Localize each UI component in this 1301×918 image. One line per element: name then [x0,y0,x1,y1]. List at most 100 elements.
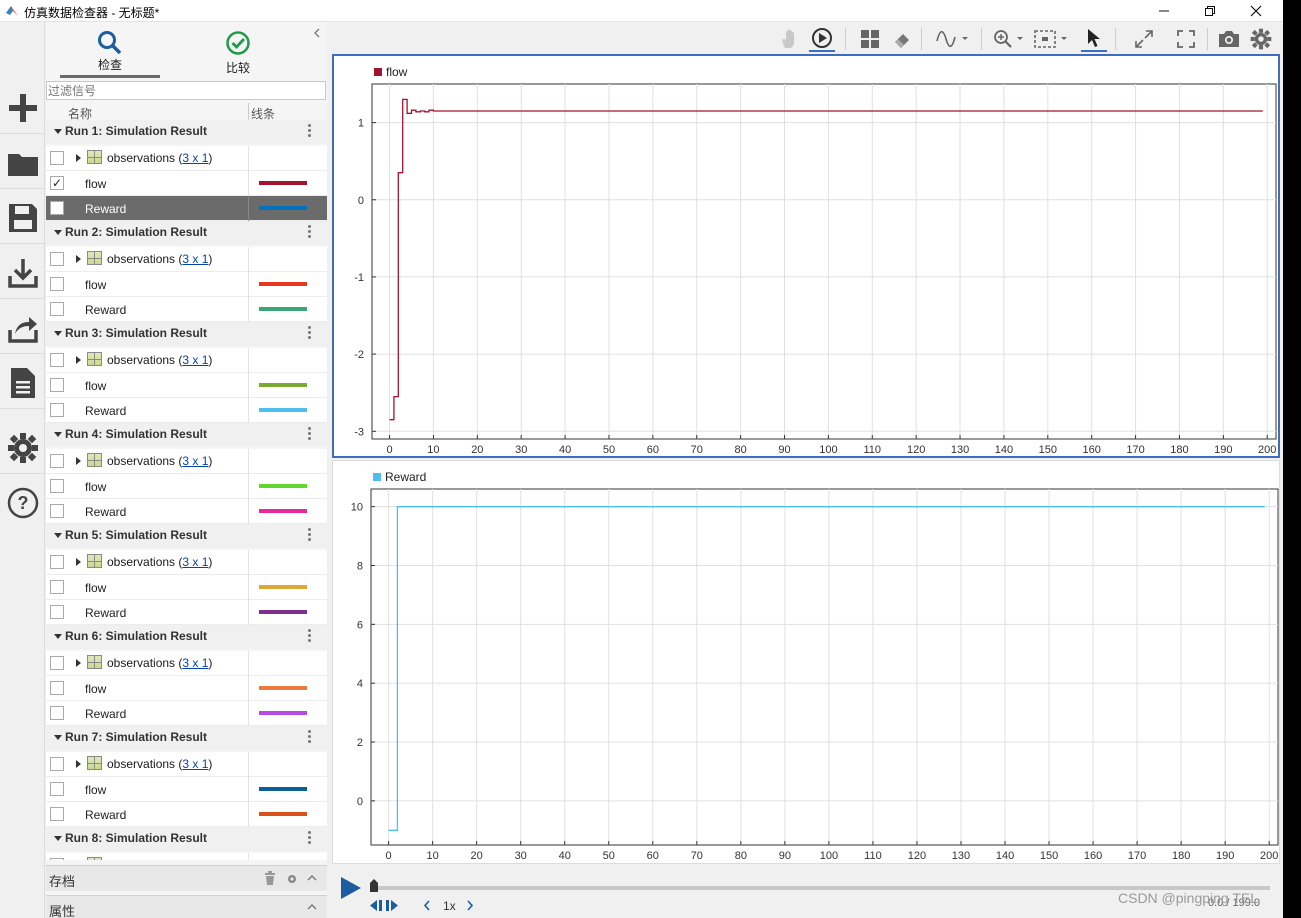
signal-checkbox[interactable] [50,403,64,417]
plot-flow[interactable]: flow 0 10 20 30 40 50 60 70 80 90 100 110 120 130 140 15… [332,54,1280,458]
signal-checkbox[interactable] [50,555,64,569]
slower-button[interactable] [423,900,431,911]
plot-reward[interactable]: Reward 0 10 20 30 40 50 60 70 80 90 100 110 120 130 140… [332,460,1280,864]
minimize-button[interactable] [1141,0,1187,22]
report-button[interactable] [0,357,45,409]
step-back-button[interactable] [369,899,383,912]
filter-signals-input[interactable] [46,81,326,100]
signal-checkbox[interactable] [50,681,64,695]
signal-checkbox[interactable] [50,858,64,860]
signal-checkbox[interactable] [50,454,64,468]
fit-button[interactable] [1033,26,1071,52]
line-style-swatch[interactable] [259,812,307,816]
run-header[interactable]: Run 3: Simulation Result [46,322,327,346]
observations-row[interactable]: observations (3 x 1) [46,348,327,373]
signal-row-flow[interactable]: flow [46,777,327,802]
cursor-button[interactable] [1081,26,1107,52]
observations-row[interactable]: observations (3 x 1) [46,752,327,777]
preferences-button[interactable] [0,422,45,474]
dimension-link[interactable]: 3 x 1 [182,454,208,468]
dimension-link[interactable]: 3 x 1 [182,353,208,367]
dimension-link[interactable]: 3 x 1 [182,858,208,860]
pan-button[interactable] [777,26,803,52]
time-slider-handle[interactable] [369,879,379,893]
run-header[interactable]: Run 8: Simulation Result [46,827,327,851]
line-style-swatch[interactable] [259,610,307,614]
run-options-icon[interactable] [308,528,312,544]
line-style-swatch[interactable] [259,585,307,589]
run-options-icon[interactable] [308,225,312,241]
line-style-swatch[interactable] [259,383,307,387]
properties-collapse-icon[interactable] [307,903,317,911]
signal-row-flow[interactable]: flow [46,373,327,398]
signal-row-reward[interactable]: Reward [46,499,327,524]
restore-button[interactable] [1187,0,1233,22]
collapse-caret-icon[interactable] [54,331,62,336]
signal-checkbox[interactable] [50,479,64,493]
run-header[interactable]: Run 4: Simulation Result [46,423,327,447]
signal-row-reward[interactable]: Reward [46,297,327,322]
archive-settings-icon[interactable] [286,873,298,885]
signal-checkbox[interactable] [50,782,64,796]
line-style-swatch[interactable] [259,206,307,210]
signal-checkbox[interactable] [50,151,64,165]
expand-arrow-icon[interactable] [76,760,81,768]
collapse-caret-icon[interactable] [54,432,62,437]
signal-checkbox[interactable] [50,353,64,367]
dimension-link[interactable]: 3 x 1 [182,656,208,670]
line-style-swatch[interactable] [259,509,307,513]
observations-row[interactable]: observations (3 x 1) [46,247,327,272]
run-options-icon[interactable] [308,326,312,342]
line-style-swatch[interactable] [259,181,307,185]
clear-button[interactable] [889,26,915,52]
zoom-button[interactable] [992,26,1028,52]
run-header[interactable]: Run 6: Simulation Result [46,625,327,649]
signal-checkbox[interactable] [50,656,64,670]
tab-inspect[interactable]: 检查 [60,28,160,78]
archive-section[interactable]: 存档 [46,865,327,891]
observations-row[interactable]: observations (3 x 1) [46,449,327,474]
signal-checkbox[interactable] [50,252,64,266]
signal-row-reward[interactable]: Reward [46,600,327,625]
run-header[interactable]: Run 1: Simulation Result [46,120,327,144]
signal-checkbox[interactable] [50,378,64,392]
run-header[interactable]: Run 5: Simulation Result [46,524,327,548]
signal-checkbox[interactable] [50,201,64,215]
observations-row[interactable]: observations (3 x 1) [46,651,327,676]
snapshot-button[interactable] [1216,26,1242,52]
collapse-caret-icon[interactable] [54,230,62,235]
collapse-caret-icon[interactable] [54,129,62,134]
save-button[interactable] [0,192,45,244]
line-style-swatch[interactable] [259,686,307,690]
expand-arrow-icon[interactable] [76,457,81,465]
share-button[interactable] [0,302,45,354]
close-button[interactable] [1233,0,1279,22]
run-header[interactable]: Run 7: Simulation Result [46,726,327,750]
new-session-button[interactable] [0,82,45,134]
dimension-link[interactable]: 3 x 1 [182,252,208,266]
collapse-caret-icon[interactable] [54,836,62,841]
expand-button[interactable] [1131,26,1157,52]
fullscreen-button[interactable] [1173,26,1199,52]
signal-checkbox[interactable] [50,277,64,291]
open-button[interactable] [0,137,45,189]
playback-mode-button[interactable] [809,26,835,52]
plot-settings-button[interactable] [1248,26,1274,52]
archive-collapse-icon[interactable] [307,874,317,882]
step-forward-button[interactable] [385,899,399,912]
signal-row-reward[interactable]: Reward [46,701,327,726]
line-style-swatch[interactable] [259,787,307,791]
run-options-icon[interactable] [308,730,312,746]
signal-row-reward[interactable]: Reward [46,196,327,221]
run-options-icon[interactable] [308,124,312,140]
expand-arrow-icon[interactable] [76,154,81,162]
observations-row[interactable]: observations (3 x 1) [46,853,327,860]
run-header[interactable]: Run 2: Simulation Result [46,221,327,245]
play-button[interactable] [340,876,362,900]
collapse-panel-icon[interactable] [313,28,321,38]
trash-icon[interactable] [264,871,276,885]
signal-row-flow[interactable]: flow [46,575,327,600]
expand-arrow-icon[interactable] [76,255,81,263]
run-options-icon[interactable] [308,629,312,645]
signal-row-flow[interactable]: flow [46,676,327,701]
